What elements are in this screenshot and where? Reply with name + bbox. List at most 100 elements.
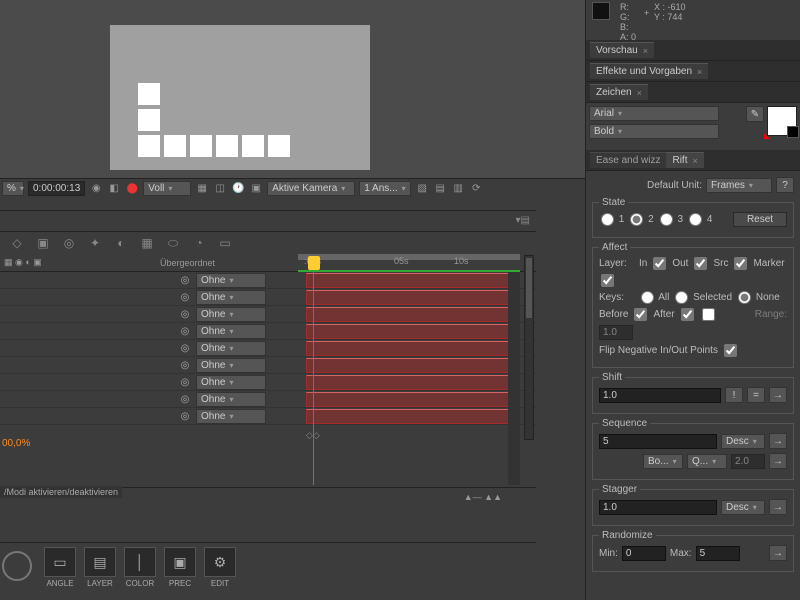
misc1-icon[interactable]: ▧ bbox=[415, 182, 429, 196]
sequence-bo-dropdown[interactable]: Bo... bbox=[643, 454, 683, 469]
layer-button[interactable]: ▤LAYER bbox=[82, 547, 118, 588]
vorschau-panel-header[interactable]: Vorschau× bbox=[586, 40, 800, 61]
tool9-icon[interactable]: ▭ bbox=[216, 235, 234, 251]
stagger-input[interactable] bbox=[599, 500, 717, 515]
sequence-order-dropdown[interactable]: Desc bbox=[721, 434, 765, 449]
parent-dropdown[interactable]: Ohne bbox=[196, 290, 266, 305]
parent-dropdown[interactable]: Ohne bbox=[196, 307, 266, 322]
flip-checkbox[interactable] bbox=[724, 344, 737, 357]
marker-checkbox[interactable] bbox=[601, 274, 614, 287]
circle-control[interactable] bbox=[2, 551, 32, 581]
keys-all[interactable]: All bbox=[639, 291, 669, 304]
default-unit-dropdown[interactable]: Frames bbox=[706, 178, 772, 193]
keys-selected[interactable]: Selected bbox=[673, 291, 732, 304]
layer-clip[interactable] bbox=[306, 273, 516, 288]
tool4-icon[interactable]: ✦ bbox=[86, 235, 104, 251]
out-checkbox[interactable] bbox=[694, 257, 707, 270]
keys-none[interactable]: None bbox=[736, 291, 780, 304]
shift-go-button[interactable]: → bbox=[769, 387, 787, 403]
close-icon[interactable]: × bbox=[637, 88, 642, 98]
state-2[interactable]: 2 bbox=[628, 213, 653, 226]
parent-dropdown[interactable]: Ohne bbox=[196, 375, 266, 390]
state-3[interactable]: 3 bbox=[658, 213, 683, 226]
shift-input[interactable] bbox=[599, 388, 721, 403]
pickwhip-icon[interactable]: ◎ bbox=[178, 343, 192, 354]
parent-dropdown[interactable]: Ohne bbox=[196, 273, 266, 288]
zeichen-panel-header[interactable]: Zeichen× bbox=[586, 82, 800, 103]
parent-dropdown[interactable]: Ohne bbox=[196, 324, 266, 339]
tool7-icon[interactable]: ⬭ bbox=[164, 235, 182, 251]
in-checkbox[interactable] bbox=[653, 257, 666, 270]
sequence-go-button[interactable]: → bbox=[769, 433, 787, 449]
views-dropdown[interactable]: 1 Ans... bbox=[359, 181, 411, 196]
randomize-go-button[interactable]: → bbox=[769, 545, 787, 561]
close-icon[interactable]: × bbox=[692, 156, 697, 166]
color-button[interactable]: │COLOR bbox=[122, 547, 158, 588]
effekte-panel-header[interactable]: Effekte und Vorgaben× bbox=[586, 61, 800, 82]
close-icon[interactable]: × bbox=[643, 46, 648, 56]
region-icon[interactable]: ◧ bbox=[107, 182, 121, 196]
layer-clip[interactable] bbox=[306, 290, 516, 305]
stagger-order-dropdown[interactable]: Desc bbox=[721, 500, 765, 515]
camera-dropdown[interactable]: Aktive Kamera bbox=[267, 181, 355, 196]
pickwhip-icon[interactable]: ◎ bbox=[178, 360, 192, 371]
ease-tab[interactable]: Ease and wizz bbox=[590, 152, 666, 168]
state-4[interactable]: 4 bbox=[687, 213, 712, 226]
extra-checkbox[interactable] bbox=[702, 308, 715, 321]
after-checkbox[interactable] bbox=[681, 308, 694, 321]
playhead[interactable] bbox=[308, 256, 320, 270]
sequence-go2-button[interactable]: → bbox=[769, 453, 787, 469]
layer-clip[interactable] bbox=[306, 358, 516, 373]
clock-icon[interactable]: 🕐 bbox=[231, 182, 245, 196]
font-color-swatch[interactable] bbox=[767, 106, 797, 136]
mask-icon[interactable]: ◫ bbox=[213, 182, 227, 196]
layer-clip[interactable] bbox=[306, 392, 516, 407]
tool1-icon[interactable]: ◇ bbox=[8, 235, 26, 251]
timeline-track-area[interactable]: :00s 05s 10s ◇◇ bbox=[298, 254, 520, 505]
misc2-icon[interactable]: ▤ bbox=[433, 182, 447, 196]
parent-dropdown[interactable]: Ohne bbox=[196, 392, 266, 407]
max-input[interactable] bbox=[696, 546, 740, 561]
help-button[interactable]: ? bbox=[776, 177, 794, 193]
pickwhip-icon[interactable]: ◎ bbox=[178, 292, 192, 303]
pickwhip-icon[interactable]: ◎ bbox=[178, 275, 192, 286]
parent-dropdown[interactable]: Ohne bbox=[196, 358, 266, 373]
layer-clip[interactable] bbox=[306, 409, 516, 424]
pickwhip-icon[interactable]: ◎ bbox=[178, 377, 192, 388]
shift-excl-button[interactable]: ! bbox=[725, 387, 743, 403]
layer-clip[interactable] bbox=[306, 341, 516, 356]
time-ruler[interactable]: :00s 05s 10s bbox=[298, 254, 520, 272]
parent-dropdown[interactable]: Ohne bbox=[196, 409, 266, 424]
tool8-icon[interactable]: ◔ bbox=[190, 235, 208, 251]
src-checkbox[interactable] bbox=[734, 257, 747, 270]
eyedropper-icon[interactable]: ✎ bbox=[746, 106, 764, 122]
parent-dropdown[interactable]: Ohne bbox=[196, 341, 266, 356]
work-area-bar[interactable] bbox=[298, 254, 520, 260]
timeline-vscroll[interactable] bbox=[508, 272, 520, 485]
resolution-dropdown[interactable]: Voll bbox=[143, 181, 191, 196]
sequence-q-dropdown[interactable]: Q... bbox=[687, 454, 727, 469]
zoom-dropdown[interactable]: % bbox=[2, 181, 24, 196]
tool6-icon[interactable]: ▦ bbox=[138, 235, 156, 251]
tool5-icon[interactable]: ◐ bbox=[112, 235, 130, 251]
layer-clip[interactable] bbox=[306, 324, 516, 339]
state-1[interactable]: 1 bbox=[599, 213, 624, 226]
edit-button[interactable]: ⚙EDIT bbox=[202, 547, 238, 588]
min-input[interactable] bbox=[622, 546, 666, 561]
misc3-icon[interactable]: ▥ bbox=[451, 182, 465, 196]
tv-icon[interactable]: ▣ bbox=[249, 182, 263, 196]
timecode-field[interactable]: 0:00:00:13 bbox=[28, 181, 85, 196]
snapshot-icon[interactable]: ◉ bbox=[89, 182, 103, 196]
font-weight-dropdown[interactable]: Bold bbox=[589, 124, 719, 139]
angle-button[interactable]: ▭ANGLE bbox=[42, 547, 78, 588]
stagger-go-button[interactable]: → bbox=[769, 499, 787, 515]
preview-canvas[interactable] bbox=[110, 25, 370, 170]
close-icon[interactable]: × bbox=[697, 67, 702, 77]
prec-button[interactable]: ▣PREC bbox=[162, 547, 198, 588]
layer-clip[interactable] bbox=[306, 307, 516, 322]
rift-tab[interactable]: Rift× bbox=[666, 152, 703, 168]
misc4-icon[interactable]: ⟳ bbox=[469, 182, 483, 196]
layer-clip[interactable] bbox=[306, 375, 516, 390]
tool3-icon[interactable]: ◎ bbox=[60, 235, 78, 251]
panel-menu-icon[interactable]: ▾▤ bbox=[516, 215, 530, 226]
